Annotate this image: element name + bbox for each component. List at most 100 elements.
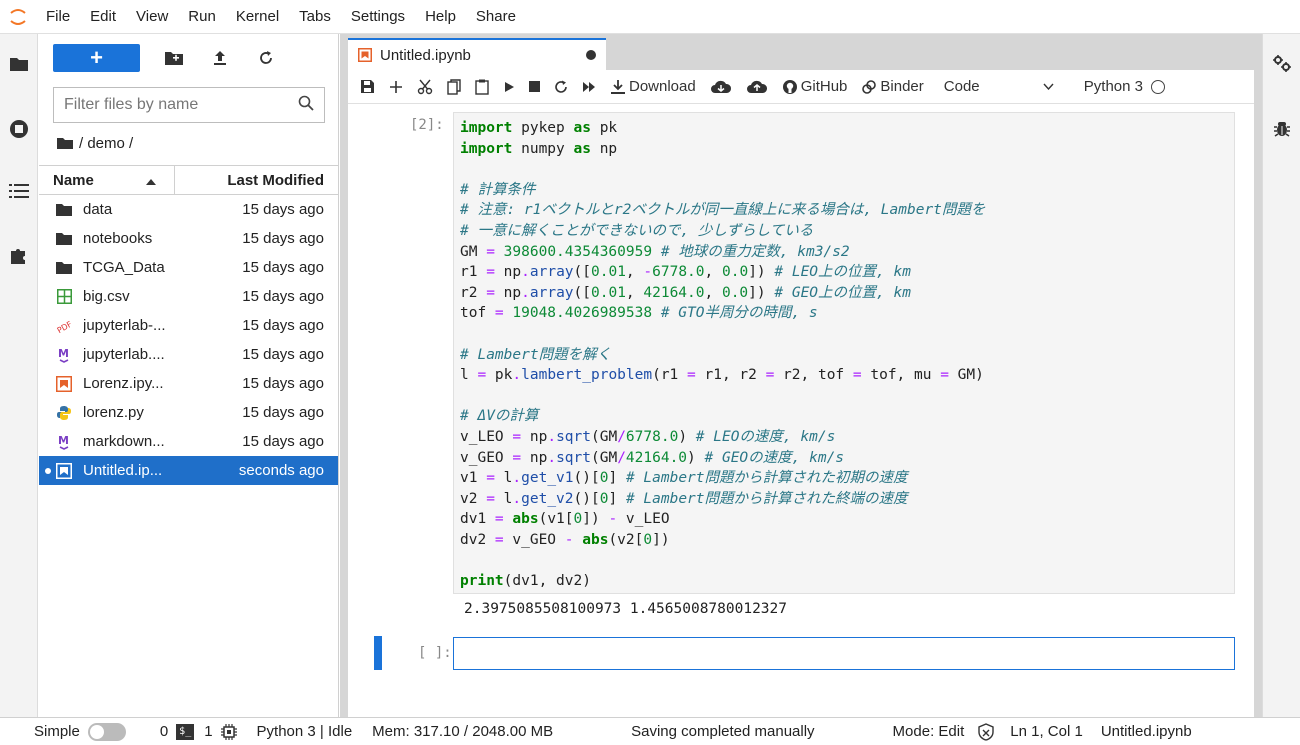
new-launcher-button[interactable]: + bbox=[53, 44, 140, 72]
breadcrumb[interactable]: / demo / bbox=[57, 132, 133, 154]
main-area: Untitled.ipynb Download GitHub Binder Co… bbox=[340, 34, 1262, 717]
table-of-contents-icon[interactable] bbox=[7, 179, 31, 203]
jupyter-logo-icon bbox=[0, 0, 36, 34]
search-icon bbox=[298, 95, 314, 115]
new-folder-icon[interactable] bbox=[162, 46, 186, 70]
property-inspector-icon[interactable] bbox=[1270, 52, 1294, 76]
list-item[interactable]: TCGA_Data 15 days ago bbox=[39, 253, 338, 282]
toggle-knob bbox=[89, 724, 104, 739]
file-modified: seconds ago bbox=[238, 462, 324, 479]
folder-icon bbox=[55, 201, 73, 219]
file-name: data bbox=[83, 201, 113, 218]
simple-mode-toggle[interactable] bbox=[87, 722, 126, 741]
left-activity-bar bbox=[0, 34, 38, 717]
menu-help[interactable]: Help bbox=[415, 0, 466, 34]
active-cell-indicator[interactable] bbox=[374, 636, 382, 670]
filter-files-input[interactable] bbox=[53, 87, 325, 123]
file-list-header: Name Last Modified bbox=[39, 165, 338, 195]
menu-share[interactable]: Share bbox=[466, 0, 526, 34]
file-name: Lorenz.ipy... bbox=[83, 375, 164, 392]
file-name: big.csv bbox=[83, 288, 130, 305]
file-name: jupyterlab.... bbox=[83, 346, 165, 363]
list-item[interactable]: M markdown... 15 days ago bbox=[39, 427, 338, 456]
kernel-status[interactable]: Python 3 | Idle bbox=[257, 723, 353, 740]
cursor-position[interactable]: Ln 1, Col 1 bbox=[1010, 723, 1083, 740]
unsaved-dot-icon[interactable] bbox=[586, 50, 596, 60]
menu-file[interactable]: File bbox=[36, 0, 80, 34]
column-header-modified[interactable]: Last Modified bbox=[175, 172, 338, 189]
cut-icon[interactable] bbox=[417, 75, 433, 99]
menu-kernel[interactable]: Kernel bbox=[226, 0, 289, 34]
notebook-icon bbox=[55, 462, 73, 480]
menu-settings[interactable]: Settings bbox=[341, 0, 415, 34]
extensions-icon[interactable] bbox=[7, 243, 31, 267]
list-item[interactable]: PDF jupyterlab-... 15 days ago bbox=[39, 311, 338, 340]
list-item[interactable]: Lorenz.ipy... 15 days ago bbox=[39, 369, 338, 398]
kernel-name-button[interactable]: Python 3 bbox=[1084, 75, 1165, 99]
folder-icon[interactable] bbox=[7, 52, 31, 76]
github-icon bbox=[782, 79, 798, 95]
menu-run[interactable]: Run bbox=[178, 0, 226, 34]
code-editor[interactable]: import pykep as pk import numpy as np # … bbox=[460, 118, 985, 592]
binder-button[interactable]: Binder bbox=[861, 75, 924, 99]
tab-untitled-notebook[interactable]: Untitled.ipynb bbox=[348, 38, 606, 70]
filter-input-field[interactable] bbox=[64, 96, 298, 114]
file-list: data 15 days ago notebooks 15 days ago T… bbox=[39, 195, 338, 485]
file-name: markdown... bbox=[83, 433, 165, 450]
fast-forward-icon[interactable] bbox=[582, 75, 596, 99]
menu-tabs[interactable]: Tabs bbox=[289, 0, 341, 34]
folder-icon bbox=[55, 259, 73, 277]
list-item[interactable]: data 15 days ago bbox=[39, 195, 338, 224]
notebook-icon bbox=[358, 48, 372, 62]
debugger-icon[interactable] bbox=[1270, 117, 1294, 141]
cloud-download-icon[interactable] bbox=[710, 75, 732, 99]
upload-icon[interactable] bbox=[208, 46, 232, 70]
shield-icon[interactable] bbox=[978, 722, 994, 741]
list-item-selected[interactable]: Untitled.ip... seconds ago bbox=[39, 456, 338, 485]
status-bar: Simple 0 $_ 1 Python 3 | Idle Mem: 317.1… bbox=[0, 717, 1300, 745]
pdf-icon: PDF bbox=[55, 317, 73, 335]
empty-code-cell-input[interactable] bbox=[453, 637, 1235, 670]
folder-icon bbox=[55, 230, 73, 248]
binder-label: Binder bbox=[880, 78, 924, 95]
cell-type-select[interactable]: Code bbox=[944, 75, 1054, 99]
paste-icon[interactable] bbox=[475, 75, 489, 99]
kernel-chip-icon[interactable] bbox=[220, 723, 237, 740]
list-item[interactable]: lorenz.py 15 days ago bbox=[39, 398, 338, 427]
terminal-count[interactable]: 0 bbox=[160, 723, 168, 740]
download-button[interactable]: Download bbox=[610, 75, 696, 99]
copy-icon[interactable] bbox=[447, 75, 461, 99]
svg-text:PDF: PDF bbox=[56, 319, 72, 333]
list-item[interactable]: M jupyterlab.... 15 days ago bbox=[39, 340, 338, 369]
right-sidebar bbox=[1262, 34, 1300, 717]
cloud-upload-icon[interactable] bbox=[746, 75, 768, 99]
menu-edit[interactable]: Edit bbox=[80, 0, 126, 34]
column-header-name[interactable]: Name bbox=[39, 165, 175, 195]
spreadsheet-icon bbox=[55, 288, 73, 306]
file-modified: 15 days ago bbox=[242, 433, 324, 450]
code-cell-input[interactable]: import pykep as pk import numpy as np # … bbox=[453, 112, 1235, 594]
chevron-down-icon bbox=[1043, 83, 1054, 90]
tab-bar: Untitled.ipynb bbox=[340, 34, 1262, 70]
running-kernels-icon[interactable] bbox=[7, 117, 31, 141]
run-icon[interactable] bbox=[503, 75, 515, 99]
mode-indicator: Mode: Edit bbox=[892, 723, 965, 740]
markdown-icon: M bbox=[55, 433, 73, 451]
svg-text:M: M bbox=[58, 434, 69, 447]
add-cell-icon[interactable] bbox=[389, 75, 403, 99]
menu-view[interactable]: View bbox=[126, 0, 178, 34]
file-name: lorenz.py bbox=[83, 404, 144, 421]
stop-icon[interactable] bbox=[529, 75, 540, 99]
restart-icon[interactable] bbox=[554, 75, 568, 99]
file-name: jupyterlab-... bbox=[83, 317, 166, 334]
list-item[interactable]: notebooks 15 days ago bbox=[39, 224, 338, 253]
save-icon[interactable] bbox=[360, 75, 375, 99]
binder-icon bbox=[861, 79, 877, 95]
file-name: TCGA_Data bbox=[83, 259, 165, 276]
list-item[interactable]: big.csv 15 days ago bbox=[39, 282, 338, 311]
kernel-count[interactable]: 1 bbox=[204, 723, 212, 740]
refresh-icon[interactable] bbox=[254, 46, 278, 70]
breadcrumb-path[interactable]: / demo / bbox=[79, 135, 133, 152]
terminal-icon[interactable]: $_ bbox=[176, 723, 195, 740]
github-button[interactable]: GitHub bbox=[782, 75, 847, 99]
